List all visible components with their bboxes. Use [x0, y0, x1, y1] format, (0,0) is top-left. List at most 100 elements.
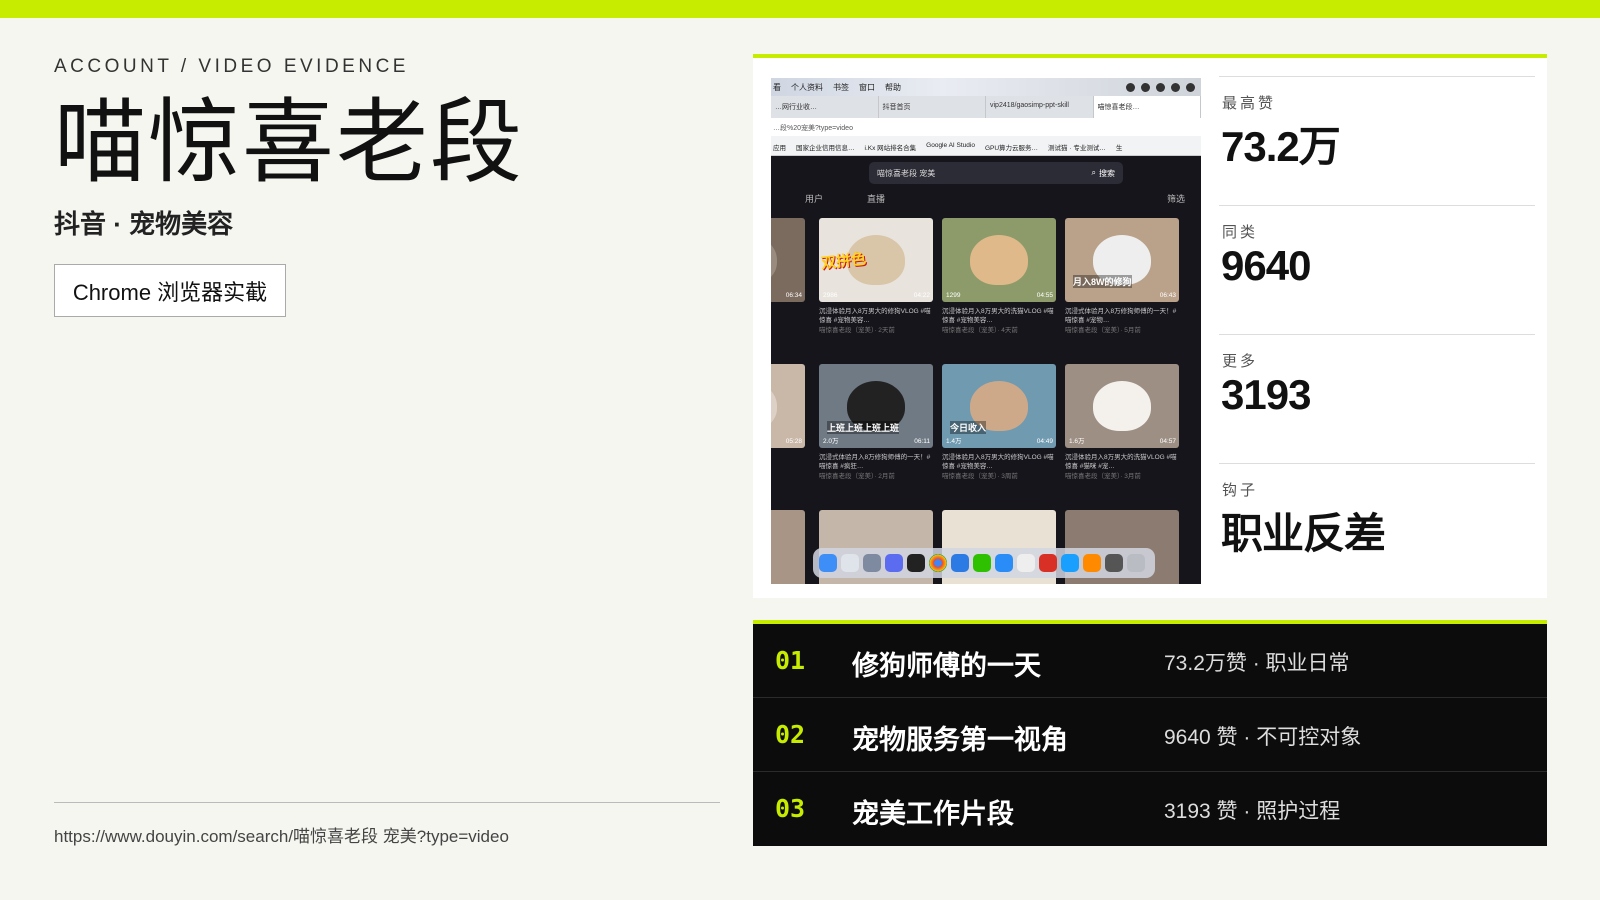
list-item-desc: 3193 赞 · 照护过程	[1164, 800, 1341, 823]
status-icon	[1156, 82, 1165, 92]
video-caption-text: 沉浸体验月入8万男大的修狗VLOG #喵惊喜 #宠物美容…	[942, 454, 1054, 471]
video-caption: 沉浸式体验月入8万修狗师傅的一天！#喵惊喜 #宠物… 喵惊喜老段（宠美）· 5月前	[1065, 307, 1179, 335]
stat-label: 更多	[1222, 353, 1259, 370]
bookmarks-bar: 应用 国家企业信用信息… i.Kx 网站排名合集 Google AI Studi…	[771, 136, 1201, 156]
video-thumbnail: 月入8W的修狗 06:43	[1065, 218, 1179, 302]
thumbnail-likes: 2986	[823, 292, 838, 299]
list-item-title: 宠物服务第一视角	[852, 725, 1068, 755]
menu-item: 窗口	[859, 82, 875, 92]
video-caption-text: 沉浸式体验月入8万修狗师傅的一天！#喵惊喜 #疯狂…	[819, 454, 931, 471]
wechat-icon	[973, 554, 991, 572]
video-caption-meta: 喵惊喜老段（宠美）· 3月前	[1065, 472, 1141, 480]
chrome-tab-active: 喵惊喜老段…	[1093, 96, 1201, 118]
list-item-title: 修狗师傅的一天	[852, 651, 1041, 681]
list-item-desc: 9640 赞 · 不可控对象	[1164, 726, 1362, 749]
video-caption-text: 大约洗猫…可爱…	[771, 453, 805, 462]
status-icon	[1141, 82, 1150, 92]
menu-item: 个人资料	[791, 82, 823, 92]
status-icon	[1126, 82, 1135, 92]
video-thumbnail: 上班上班上班上班 2.0万 06:11	[819, 364, 933, 448]
video-caption: 大约洗猫…可爱…4月前	[771, 453, 805, 472]
mail-icon	[951, 554, 969, 572]
list-item-number: 01	[775, 646, 806, 675]
douyin-tab-users: 用户	[805, 194, 824, 204]
status-icon	[1186, 82, 1195, 92]
stat-label: 同类	[1222, 224, 1259, 241]
stat-similar: 同类 9640	[1219, 205, 1535, 334]
thumbnail-caption: 月入8W的修狗	[1073, 275, 1132, 288]
list-item: 02 宠物服务第一视角 9640 赞 · 不可控对象	[753, 698, 1547, 772]
thumbnail-duration: 06:43	[1159, 292, 1176, 299]
trash-icon	[1127, 554, 1145, 572]
video-caption: 沉浸体验月入8万男大的洗猫VLOG #喵惊喜 #宠物美容… 喵惊喜老段（宠美）· …	[942, 307, 1056, 335]
lark-icon	[995, 554, 1013, 572]
douyin-search-label: 搜索	[1099, 168, 1115, 178]
video-caption-meta: 4月前	[771, 462, 805, 471]
video-thumbnail: 今日收入 1.4万 04:49	[942, 364, 1056, 448]
thumbnail-duration: 04:22	[913, 292, 930, 299]
source-url[interactable]: https://www.douyin.com/search/喵惊喜老段 宠美?t…	[54, 822, 509, 847]
douyin-result-tabs: 用户 直播 筛选	[805, 192, 1185, 205]
menu-item: 看	[773, 82, 781, 92]
video-caption-text: 修狗师傅…宠物…	[771, 307, 805, 316]
list-item-number: 03	[775, 794, 806, 823]
menu-status-icons	[1126, 82, 1201, 92]
stat-label: 钩子	[1222, 482, 1259, 499]
bookmark: GPU算力云服务…	[984, 145, 1039, 152]
bookmark: 应用	[773, 145, 786, 152]
thumbnail-duration: 04:49	[1036, 438, 1053, 445]
bookmark: 国家企业信用信息…	[796, 145, 855, 152]
bookmark: 测试猫 · 专业测试…	[1048, 145, 1106, 152]
video-caption-text: 沉浸式体验月入8万修狗师傅的一天！#喵惊喜 #宠物…	[1065, 308, 1177, 325]
chrome-tab: …网行业收…	[771, 96, 879, 118]
list-item: 03 宠美工作片段 3193 赞 · 照护过程	[753, 772, 1547, 846]
stat-hook: 钩子 职业反差	[1219, 463, 1535, 592]
mac-menu-bar: 看 个人资料 书签 窗口 帮助	[771, 78, 1201, 96]
video-caption-meta: 喵惊喜老段（宠美）· 2天前	[819, 326, 895, 334]
account-title: 喵惊喜老段	[54, 89, 525, 196]
thumbnail-caption: 上班上班上班上班	[827, 421, 900, 434]
thumbnail-duration: 06:34	[785, 292, 802, 299]
menu-item: 帮助	[885, 82, 901, 92]
platform-category: 抖音 · 宠物美容	[54, 209, 234, 239]
notes-icon	[1017, 554, 1035, 572]
accent-top-bar	[0, 0, 1600, 18]
video-caption-meta: 喵惊喜老段（宠美）· 4天前	[942, 326, 1018, 334]
video-caption-text: 沉浸体验月入8万男大的洗猫VLOG #喵惊喜 #猫咪 #宠…	[1065, 454, 1177, 471]
thumbnail-likes: 2.0万	[823, 438, 839, 445]
video-thumbnail: 1.6万 04:57	[1065, 364, 1179, 448]
video-thumbnail: 06:34	[771, 218, 805, 302]
video-thumbnail: 双拼色 2986 04:22	[819, 218, 933, 302]
finder-icon	[819, 554, 837, 572]
status-icon	[1171, 82, 1180, 92]
video-topic-list: 01 修狗师傅的一天 73.2万赞 · 职业日常 02 宠物服务第一视角 964…	[753, 620, 1547, 846]
thumbnail-caption: 今日收入	[950, 421, 987, 434]
thumbnail-likes: 1.4万	[946, 438, 962, 445]
video-thumbnail: 05:28	[771, 364, 805, 448]
list-item-title: 宠美工作片段	[852, 799, 1014, 829]
thumbnail-likes: 1299	[946, 292, 961, 299]
stat-more: 更多 3193	[1219, 334, 1535, 463]
list-item: 01 修狗师傅的一天 73.2万赞 · 职业日常	[753, 624, 1547, 698]
video-caption-text: 沉浸体验月入8万男大的洗猫VLOG #喵惊喜 #宠物美容…	[942, 308, 1054, 325]
douyin-search-box: 喵惊喜老段 宠美 ⌕ 搜索	[869, 162, 1123, 184]
chrome-tab: 抖音首页	[879, 96, 986, 118]
chat-icon	[1061, 554, 1079, 572]
bookmark: 生	[1115, 145, 1123, 152]
list-item-number: 02	[775, 720, 806, 749]
list-item-desc: 73.2万赞 · 职业日常	[1164, 652, 1350, 675]
video-caption-text: 沉浸体验月入8万男大的修狗VLOG #喵惊喜 #宠物美容…	[819, 308, 931, 325]
thumbnail-likes: 1.6万	[1069, 438, 1085, 445]
video-caption: 沉浸式体验月入8万修狗师傅的一天！#喵惊喜 #疯狂… 喵惊喜老段（宠美）· 2月前	[819, 453, 933, 481]
video-caption: 沉浸体验月入8万男大的修狗VLOG #喵惊喜 #宠物美容… 喵惊喜老段（宠美）· …	[819, 307, 933, 335]
video-caption-meta: 喵惊喜老段（宠美）· 5月前	[1065, 326, 1141, 334]
douyin-search-button: ⌕ 搜索	[1084, 168, 1123, 179]
cat-photo	[970, 235, 1028, 285]
cat-photo	[771, 235, 777, 285]
stats-app-icon	[1083, 554, 1101, 572]
thumbnail-duration: 06:11	[914, 438, 930, 445]
search-icon: ⌕	[1091, 168, 1096, 177]
thumbnail-duration: 04:55	[1036, 292, 1053, 299]
address-bar: …段%20宠美?type=video	[771, 118, 1201, 136]
cat-photo	[771, 381, 777, 431]
